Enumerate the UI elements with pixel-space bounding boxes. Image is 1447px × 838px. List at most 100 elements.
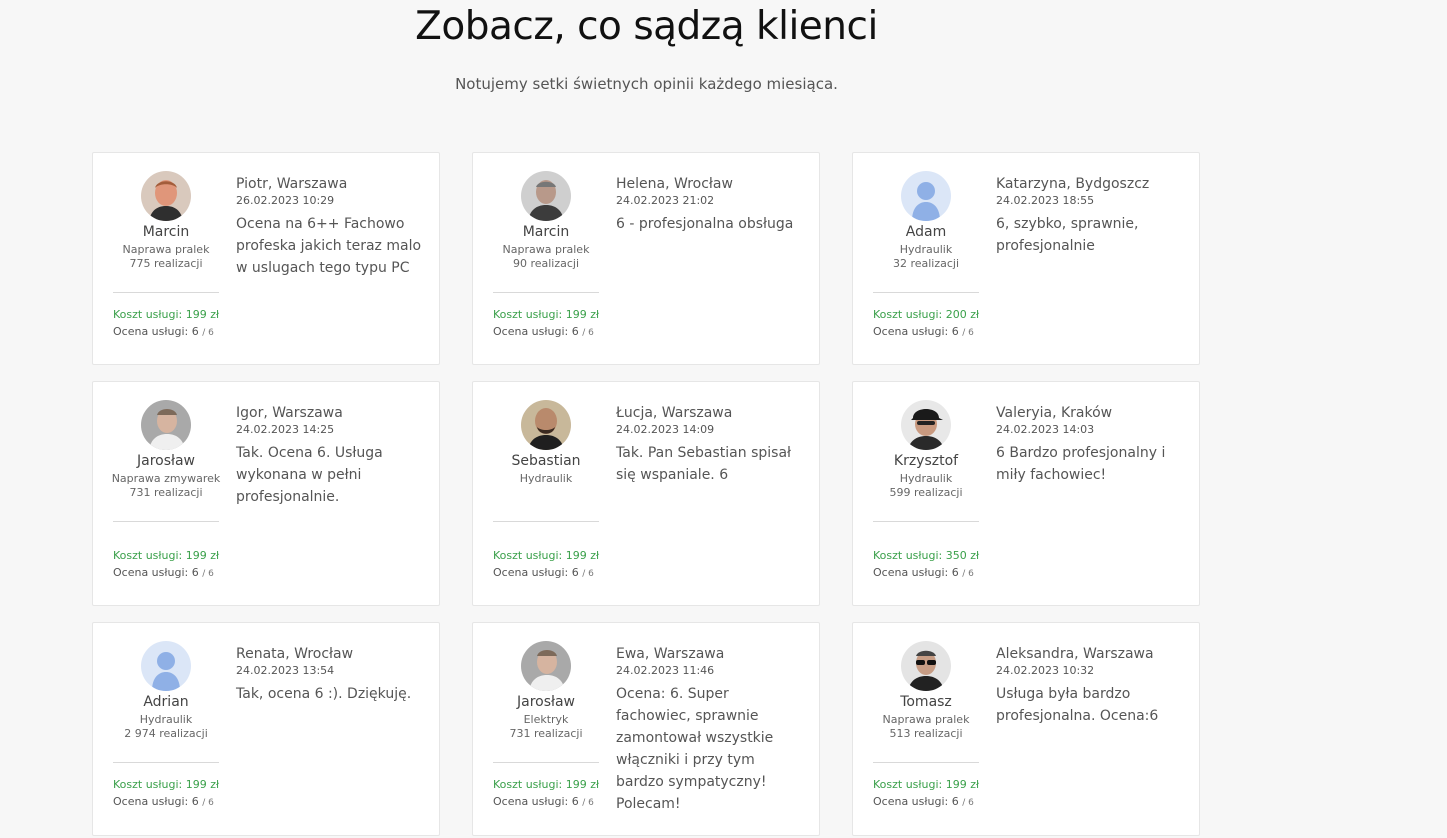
review-author: Valeryia, Kraków <box>996 405 1113 421</box>
rating-value: Ocena usługi: 6 <box>493 566 579 579</box>
professional-info: Sebastian Hydraulik <box>491 400 601 485</box>
professional-info: Jarosław Elektryk 731 realizacji <box>491 641 601 742</box>
rating-max: / 6 <box>582 798 594 808</box>
review-author: Aleksandra, Warszawa <box>996 646 1154 662</box>
review-date: 24.02.2023 18:55 <box>996 194 1095 207</box>
avatar[interactable] <box>141 641 191 691</box>
service-cost: Koszt usługi: 199 zł <box>493 308 600 321</box>
divider <box>493 292 599 293</box>
service-cost: Koszt usługi: 199 zł <box>873 778 980 791</box>
divider <box>113 762 219 763</box>
rating-value: Ocena usługi: 6 <box>113 325 199 338</box>
rating-max: / 6 <box>202 569 214 579</box>
rating-value: Ocena usługi: 6 <box>873 795 959 808</box>
review-date: 24.02.2023 14:09 <box>616 423 715 436</box>
service-cost: Koszt usługi: 199 zł <box>113 549 220 562</box>
service-cost: Koszt usługi: 199 zł <box>113 778 220 791</box>
review-card: Jarosław Elektryk 731 realizacji Koszt usłu… <box>472 622 820 836</box>
review-text: Tak, ocena 6 :). Dziękuję. <box>236 686 412 702</box>
professional-realizations: 599 realizacji <box>889 486 963 499</box>
review-content: Piotr, Warszawa 26.02.2023 10:29 Ocena na … <box>236 175 426 279</box>
service-cost: Koszt usługi: 199 zł <box>113 308 220 321</box>
professional-realizations: 731 realizacji <box>129 486 203 499</box>
review-author: Piotr, Warszawa <box>236 176 348 192</box>
professional-realizations: 513 realizacji <box>889 727 963 740</box>
review-card: Adam Hydraulik 32 realizacji Koszt usługi: … <box>852 152 1200 365</box>
professional-name[interactable]: Jarosław <box>111 452 221 470</box>
divider <box>873 521 979 522</box>
review-date: 24.02.2023 21:02 <box>616 194 715 207</box>
review-content: Valeryia, Kraków 24.02.2023 14:03 6 Bardzo… <box>996 404 1186 486</box>
professional-name[interactable]: Adrian <box>111 693 221 711</box>
review-date: 24.02.2023 14:03 <box>996 423 1095 436</box>
professional-name[interactable]: Sebastian <box>491 452 601 470</box>
rating-max: / 6 <box>582 328 594 338</box>
review-date: 24.02.2023 11:46 <box>616 664 715 677</box>
avatar[interactable] <box>141 400 191 450</box>
review-content: Igor, Warszawa 24.02.2023 14:25 Tak. Ocena… <box>236 404 426 508</box>
review-content: Aleksandra, Warszawa 24.02.2023 10:32 Usłu… <box>996 645 1186 727</box>
avatar[interactable] <box>521 641 571 691</box>
review-card: Marcin Naprawa pralek 775 realizacji Koszt … <box>92 152 440 365</box>
review-author: Renata, Wrocław <box>236 646 354 662</box>
service-cost: Koszt usługi: 350 zł <box>873 549 980 562</box>
rating-max: / 6 <box>202 328 214 338</box>
review-card: Marcin Naprawa pralek 90 realizacji Koszt u… <box>472 152 820 365</box>
professional-realizations: 731 realizacji <box>509 727 583 740</box>
professional-realizations: 775 realizacji <box>129 257 203 270</box>
review-date: 26.02.2023 10:29 <box>236 194 335 207</box>
avatar[interactable] <box>901 400 951 450</box>
review-card: Tomasz Naprawa pralek 513 realizacji Koszt … <box>852 622 1200 836</box>
divider <box>873 292 979 293</box>
professional-category: Naprawa pralek <box>122 243 210 256</box>
professional-name[interactable]: Adam <box>871 223 981 241</box>
divider <box>493 521 599 522</box>
professional-name[interactable]: Jarosław <box>491 693 601 711</box>
rating-value: Ocena usługi: 6 <box>493 795 579 808</box>
service-rating: Ocena usługi: 6 / 6 <box>493 795 594 808</box>
divider <box>113 292 219 293</box>
professional-realizations: 32 realizacji <box>892 257 960 270</box>
review-content: Renata, Wrocław 24.02.2023 13:54 Tak, ocen… <box>236 645 426 705</box>
review-content: Ewa, Warszawa 24.02.2023 11:46 Ocena: 6. S… <box>616 645 806 815</box>
review-text: 6 - profesjonalna obsługa <box>616 216 794 232</box>
page-title: Zobacz, co sądzą klienci <box>415 4 878 49</box>
avatar[interactable] <box>141 171 191 221</box>
rating-value: Ocena usługi: 6 <box>113 795 199 808</box>
rating-value: Ocena usługi: 6 <box>873 325 959 338</box>
review-text: Ocena na 6++ Fachowo profeska jakich ter… <box>236 216 422 276</box>
professional-category: Naprawa zmywarek <box>111 472 221 485</box>
review-author: Katarzyna, Bydgoszcz <box>996 176 1150 192</box>
professional-category: Naprawa pralek <box>502 243 590 256</box>
service-rating: Ocena usługi: 6 / 6 <box>493 566 594 579</box>
professional-category: Hydraulik <box>139 713 193 726</box>
professional-info: Adam Hydraulik 32 realizacji <box>871 171 981 272</box>
rating-max: / 6 <box>962 328 974 338</box>
review-date: 24.02.2023 13:54 <box>236 664 335 677</box>
service-rating: Ocena usługi: 6 / 6 <box>873 325 974 338</box>
review-author: Ewa, Warszawa <box>616 646 725 662</box>
review-content: Łucja, Warszawa 24.02.2023 14:09 Tak. Pan … <box>616 404 806 486</box>
review-author: Helena, Wrocław <box>616 176 733 192</box>
professional-name[interactable]: Krzysztof <box>871 452 981 470</box>
professional-realizations: 90 realizacji <box>512 257 580 270</box>
review-author: Łucja, Warszawa <box>616 405 733 421</box>
rating-value: Ocena usługi: 6 <box>493 325 579 338</box>
rating-value: Ocena usługi: 6 <box>113 566 199 579</box>
review-content: Katarzyna, Bydgoszcz 24.02.2023 18:55 6, s… <box>996 175 1186 257</box>
avatar[interactable] <box>901 641 951 691</box>
professional-name[interactable]: Tomasz <box>871 693 981 711</box>
divider <box>873 762 979 763</box>
professional-info: Adrian Hydraulik 2 974 realizacji <box>111 641 221 742</box>
avatar[interactable] <box>901 171 951 221</box>
professional-name[interactable]: Marcin <box>111 223 221 241</box>
service-cost: Koszt usługi: 199 zł <box>493 549 600 562</box>
page-subtitle: Notujemy setki świetnych opinii każdego … <box>455 75 838 93</box>
professional-info: Tomasz Naprawa pralek 513 realizacji <box>871 641 981 742</box>
professional-name[interactable]: Marcin <box>491 223 601 241</box>
avatar[interactable] <box>521 171 571 221</box>
professional-category: Elektryk <box>523 713 569 726</box>
review-date: 24.02.2023 14:25 <box>236 423 335 436</box>
avatar[interactable] <box>521 400 571 450</box>
professional-category: Naprawa pralek <box>882 713 970 726</box>
